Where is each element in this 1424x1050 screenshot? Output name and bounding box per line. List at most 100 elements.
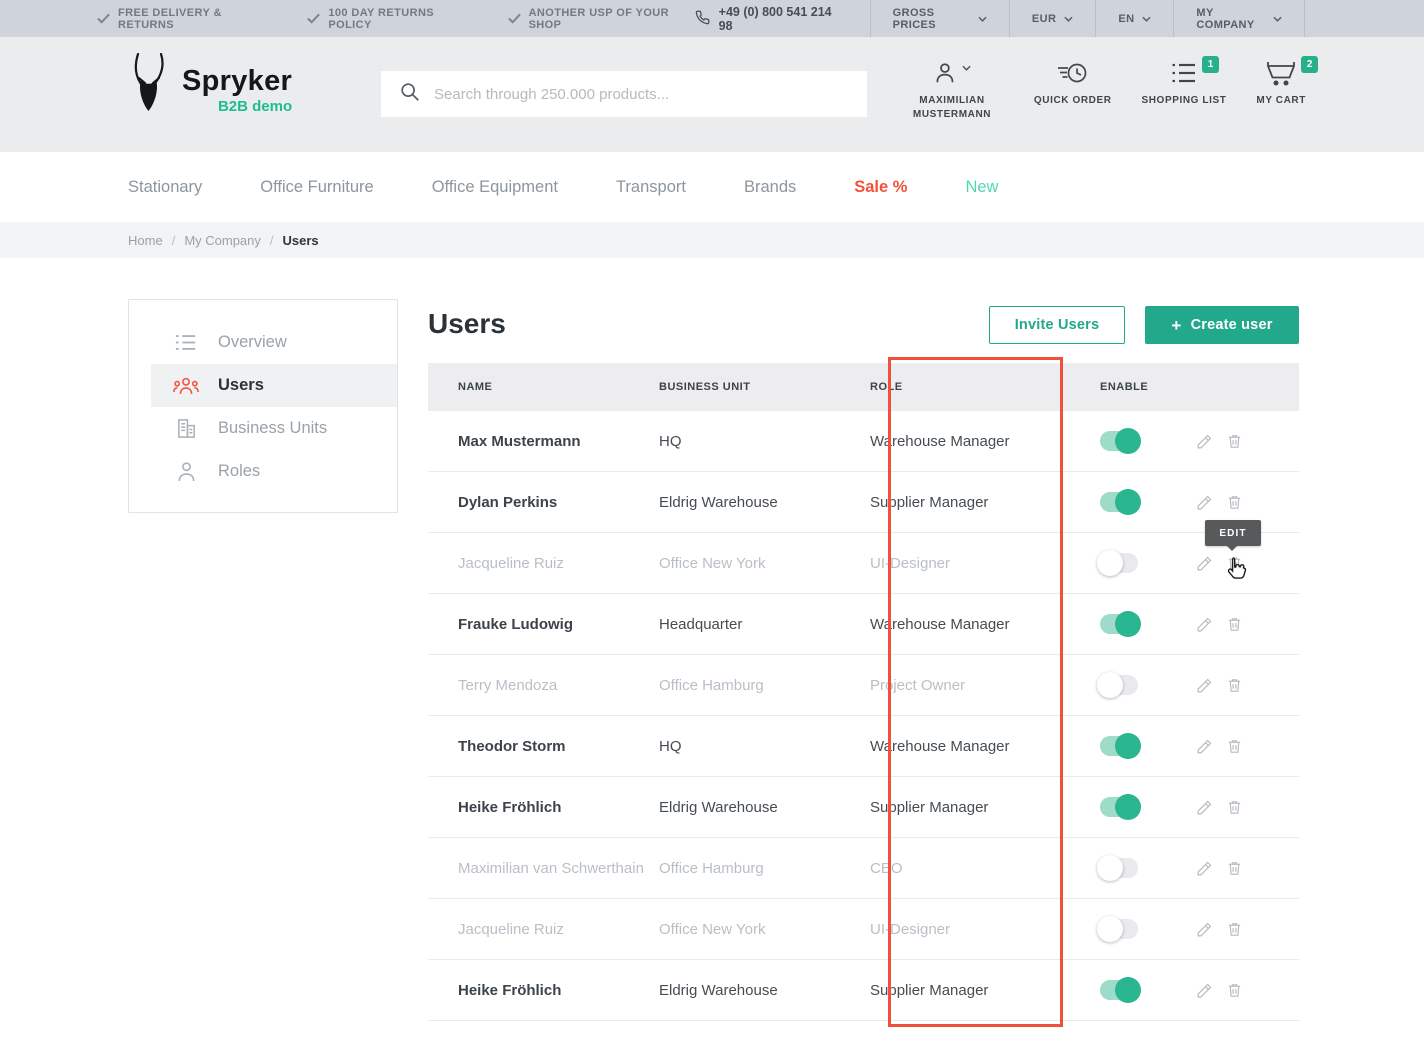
page-title: Users — [428, 308, 506, 339]
topbar-menu-label: EN — [1118, 12, 1135, 25]
enable-cell — [1097, 672, 1299, 698]
delete-icon[interactable] — [1226, 494, 1243, 511]
usp-list: FREE DELIVERY & RETURNS 100 DAY RETURNS P… — [0, 0, 695, 37]
table-row: Theodor Storm HQ Warehouse Manager — [428, 716, 1299, 777]
enable-toggle[interactable] — [1100, 733, 1141, 759]
edit-tooltip: EDIT — [1205, 520, 1261, 551]
cart-badge: 2 — [1301, 56, 1319, 73]
delete-icon[interactable] — [1226, 799, 1243, 816]
enable-toggle[interactable] — [1100, 611, 1141, 637]
topbar-tail — [1303, 0, 1424, 37]
nav-item-new[interactable]: New — [965, 178, 998, 197]
business-unit-cell: Eldrig Warehouse — [659, 981, 778, 999]
business-unit-cell: Eldrig Warehouse — [659, 798, 778, 816]
shopping-list[interactable]: 1 SHOPPING LIST — [1141, 56, 1226, 122]
edit-icon[interactable] — [1196, 677, 1213, 694]
sidebar-item-business-units[interactable]: Business Units — [129, 407, 397, 450]
invite-users-button[interactable]: Invite Users — [989, 306, 1125, 344]
nav-item-office-equipment[interactable]: Office Equipment — [432, 178, 558, 197]
role-cell: Project Owner — [870, 676, 966, 694]
toggle-knob — [1115, 611, 1141, 637]
row-actions — [1196, 677, 1243, 694]
nav-item-sale[interactable]: Sale % — [854, 178, 907, 197]
toggle-knob — [1097, 916, 1123, 942]
row-actions — [1196, 982, 1243, 999]
brand-name: Spryker — [182, 65, 293, 97]
usp-item: FREE DELIVERY & RETURNS — [97, 7, 271, 31]
edit-icon[interactable] — [1196, 799, 1213, 816]
enable-toggle[interactable] — [1100, 428, 1141, 454]
enable-toggle[interactable] — [1097, 550, 1138, 576]
breadcrumb-item-home[interactable]: Home — [128, 233, 163, 248]
chevron-down-icon — [1273, 13, 1282, 25]
delete-icon[interactable] — [1226, 860, 1243, 877]
phone-icon — [695, 10, 710, 28]
enable-toggle[interactable] — [1097, 672, 1138, 698]
edit-icon[interactable] — [1196, 921, 1213, 938]
my-cart[interactable]: 2 MY CART — [1256, 56, 1319, 122]
header-actions: MAXIMILIAN MUSTERMANN QUICK ORDER 1 SHOP… — [900, 56, 1319, 122]
table-row: Heike Fröhlich Eldrig Warehouse Supplier M… — [428, 777, 1299, 838]
role-cell: Supplier Manager — [870, 493, 989, 511]
edit-icon[interactable] — [1196, 738, 1213, 755]
edit-icon[interactable] — [1196, 982, 1213, 999]
delete-icon[interactable] — [1226, 616, 1243, 633]
enable-cell — [1100, 733, 1299, 759]
business-unit-cell: HQ — [659, 432, 682, 450]
nav-item-office-furniture[interactable]: Office Furniture — [260, 178, 373, 197]
create-user-label: Create user — [1190, 317, 1273, 333]
edit-icon[interactable] — [1196, 494, 1213, 511]
edit-icon[interactable] — [1196, 860, 1213, 877]
edit-icon[interactable] — [1196, 433, 1213, 450]
breadcrumb-item-my-company[interactable]: My Company — [184, 233, 261, 248]
quick-order-label: QUICK ORDER — [1033, 95, 1112, 106]
table-row: Dylan Perkins Eldrig Warehouse Supplier Ma… — [428, 472, 1299, 533]
enable-toggle[interactable] — [1100, 794, 1141, 820]
topbar-menu-my-company[interactable]: MY COMPANY — [1173, 0, 1304, 37]
nav-item-stationary[interactable]: Stationary — [128, 178, 202, 197]
role-cell: Supplier Manager — [870, 798, 989, 816]
toggle-knob — [1115, 794, 1141, 820]
nav-item-transport[interactable]: Transport — [616, 178, 686, 197]
row-actions — [1196, 494, 1243, 511]
role-cell: Supplier Manager — [870, 981, 989, 999]
usp-label: 100 DAY RETURNS POLICY — [328, 6, 435, 31]
column-header-enable: ENABLE — [1100, 381, 1149, 393]
sidebar-item-users[interactable]: Users — [151, 364, 397, 407]
delete-icon[interactable] — [1226, 738, 1243, 755]
sidebar-item-overview[interactable]: Overview — [129, 321, 397, 364]
sidebar-item-roles[interactable]: Roles — [129, 450, 397, 493]
create-user-button[interactable]: + Create user — [1145, 306, 1299, 344]
business-unit-cell: Office New York — [659, 554, 766, 572]
search-input[interactable] — [434, 85, 867, 103]
topbar-menu-eur[interactable]: EUR — [1008, 0, 1095, 37]
topbar-menu-gross-prices[interactable]: GROSS PRICES — [869, 0, 1009, 37]
enable-toggle[interactable] — [1100, 977, 1141, 1003]
user-name-cell: Max Mustermann — [458, 432, 581, 450]
user-name-cell: Frauke Ludowig — [458, 615, 574, 633]
breadcrumb: Home / My Company / Users — [0, 222, 1424, 258]
toggle-knob — [1115, 733, 1141, 759]
topbar-menu-en[interactable]: EN — [1095, 0, 1173, 37]
phone-contact[interactable]: +49 (0) 800 541 214 98 — [695, 0, 870, 37]
nav-item-brands[interactable]: Brands — [744, 178, 796, 197]
delete-icon[interactable] — [1226, 433, 1243, 450]
cart-icon: 2 — [1266, 56, 1319, 87]
delete-icon[interactable] — [1226, 982, 1243, 999]
cart-label: MY CART — [1256, 95, 1306, 106]
enable-toggle[interactable] — [1097, 916, 1138, 942]
quick-order[interactable]: QUICK ORDER — [1034, 59, 1112, 122]
toggle-knob — [1097, 855, 1123, 881]
enable-toggle[interactable] — [1100, 489, 1141, 515]
spryker-logo[interactable]: Spryker B2B demo — [126, 52, 293, 120]
account-menu[interactable]: MAXIMILIAN MUSTERMANN — [900, 59, 1004, 122]
quick-order-icon — [1056, 59, 1090, 87]
role-cell: Warehouse Manager — [870, 432, 1010, 450]
enable-toggle[interactable] — [1097, 855, 1138, 881]
delete-icon[interactable] — [1226, 677, 1243, 694]
toggle-knob — [1097, 672, 1123, 698]
brand-text: Spryker B2B demo — [182, 65, 293, 116]
delete-icon[interactable] — [1226, 921, 1243, 938]
edit-icon[interactable] — [1196, 616, 1213, 633]
edit-icon[interactable] — [1196, 555, 1213, 572]
